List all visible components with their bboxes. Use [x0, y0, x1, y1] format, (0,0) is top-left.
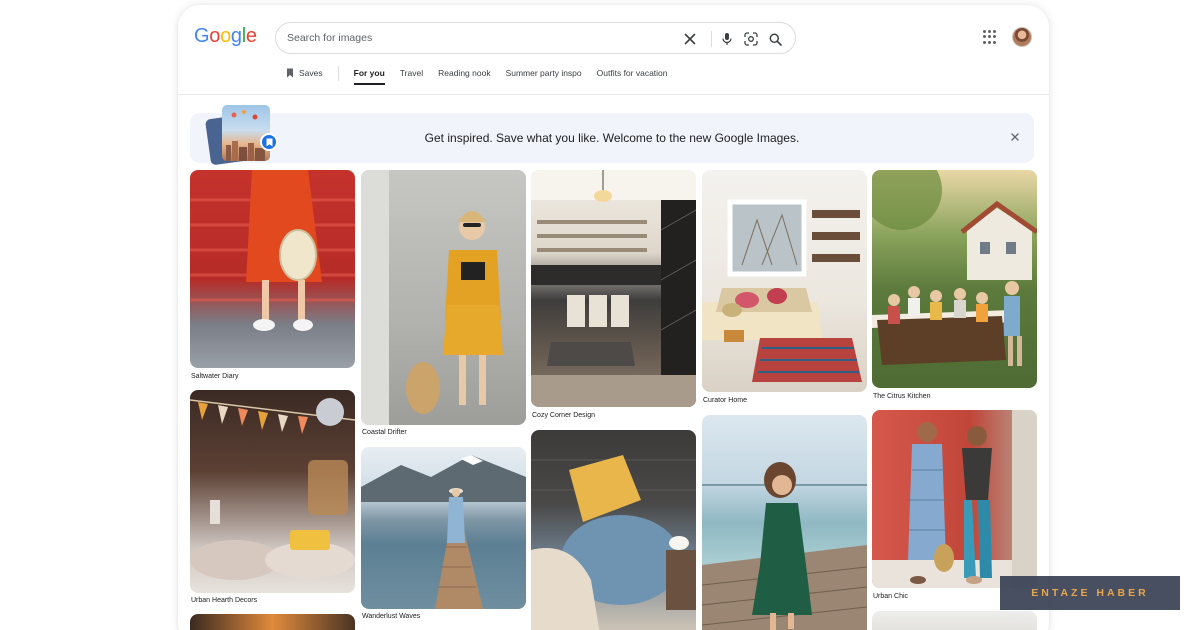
image-caption: Coastal Drifter	[362, 429, 407, 436]
tab-divider	[337, 66, 339, 81]
image-tile[interactable]	[531, 430, 696, 630]
image-caption: Saltwater Diary	[191, 373, 239, 380]
header-divider	[178, 94, 1049, 95]
tab-reading-nook[interactable]: Reading nook	[438, 68, 490, 83]
logo-letter: o	[220, 25, 231, 47]
image-caption: Wanderlust Waves	[362, 613, 421, 620]
photo-card-front	[222, 105, 270, 161]
image-tile[interactable]	[190, 390, 355, 593]
apps-grid-icon[interactable]	[983, 30, 997, 44]
image-caption: Urban Chic	[873, 593, 909, 600]
mic-icon[interactable]	[718, 30, 736, 48]
image-tile[interactable]	[702, 170, 867, 392]
image-tile[interactable]	[872, 170, 1037, 388]
image-tile[interactable]	[361, 170, 526, 425]
image-tile[interactable]	[190, 170, 355, 368]
image-caption: Curator Home	[703, 397, 747, 404]
image-tile[interactable]	[702, 415, 867, 630]
clear-icon[interactable]	[681, 30, 699, 48]
close-icon[interactable]	[1008, 130, 1022, 144]
banner-text: Get inspired. Save what you like. Welcom…	[424, 131, 800, 145]
image-caption: Cozy Corner Design	[532, 412, 596, 419]
avatar[interactable]	[1012, 27, 1032, 47]
image-tile[interactable]	[361, 447, 526, 609]
save-badge-icon	[260, 133, 278, 151]
logo-letter: e	[245, 25, 257, 47]
google-logo[interactable]: Google	[194, 25, 257, 48]
watermark-text: ENTAZE HABER	[1031, 587, 1149, 599]
image-tile[interactable]	[531, 170, 696, 407]
tab-travel[interactable]: Travel	[400, 68, 423, 83]
logo-letter: o	[209, 25, 221, 47]
search-divider	[711, 31, 712, 47]
page: Google Saves	[0, 0, 1200, 630]
welcome-banner: Get inspired. Save what you like. Welcom…	[190, 113, 1034, 163]
lens-icon[interactable]	[742, 30, 760, 48]
logo-letter: g	[230, 25, 242, 47]
search-input[interactable]	[287, 23, 667, 53]
tab-saves[interactable]: Saves	[286, 68, 323, 78]
image-caption: Urban Hearth Decors	[191, 597, 258, 604]
watermark-overlay: ENTAZE HABER	[1000, 576, 1180, 610]
tab-saves-label: Saves	[299, 68, 323, 78]
search-bar	[275, 22, 796, 54]
image-caption: The Citrus Kitchen	[873, 393, 931, 400]
tab-summer-party-inspo[interactable]: Summer party inspo	[506, 68, 582, 83]
banner-illustration	[204, 103, 278, 166]
search-icon[interactable]	[766, 30, 784, 48]
logo-letter: G	[194, 25, 210, 47]
tab-for-you[interactable]: For you	[353, 68, 385, 85]
browser-window: Google Saves	[178, 5, 1049, 630]
tab-outfits-for-vacation[interactable]: Outfits for vacation	[597, 68, 668, 83]
bookmark-icon	[287, 68, 293, 78]
image-tile[interactable]	[872, 611, 1037, 630]
tab-bar: Saves For you Travel Reading nook Summer…	[286, 66, 683, 94]
image-tile[interactable]	[190, 614, 355, 630]
image-tile[interactable]	[872, 410, 1037, 588]
